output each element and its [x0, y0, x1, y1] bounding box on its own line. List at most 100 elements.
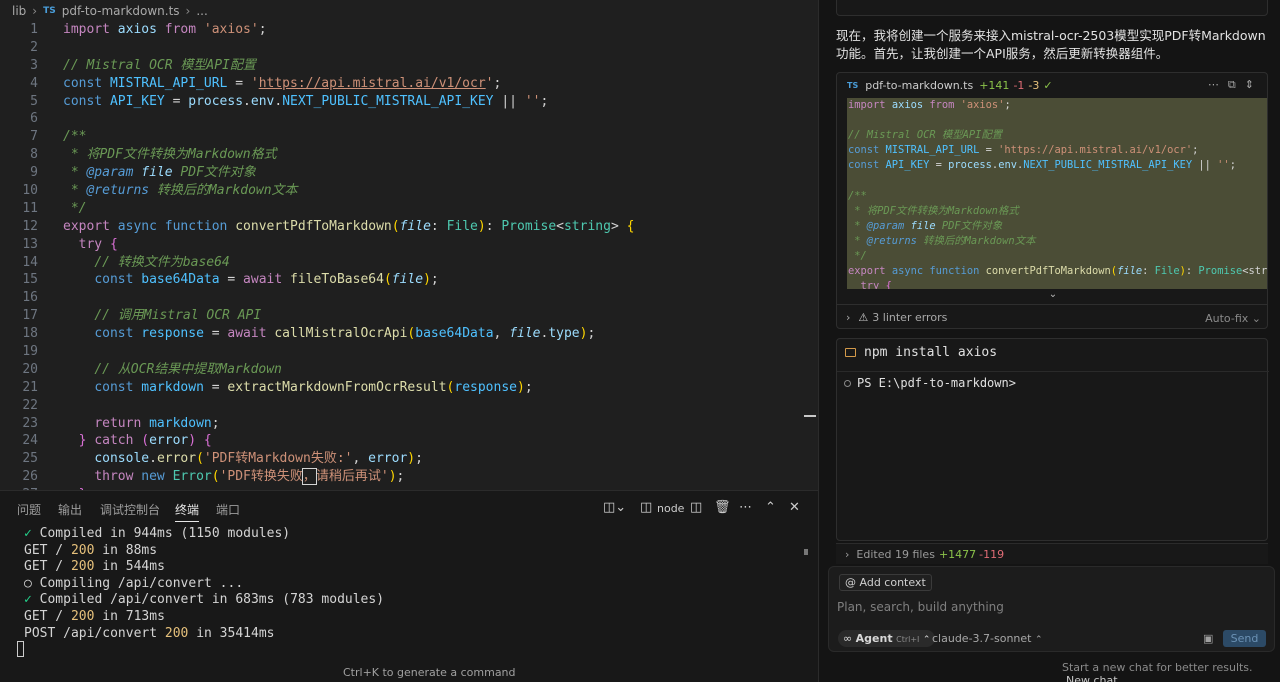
code-line[interactable]: 17 // 调用Mistral OCR API — [0, 307, 818, 325]
code-token: ) — [388, 469, 397, 485]
code-token: https://api.mistral.ai/v1/ocr — [258, 75, 486, 91]
chat-pane: 现在，我将创建一个服务来接入mistral-ocr-2503模型实现PDF转Ma… — [818, 0, 1280, 682]
chevron-down-icon[interactable]: ⌄ — [837, 289, 1267, 303]
breadcrumb-folder[interactable]: lib — [12, 4, 26, 18]
code-token: callMistralOcrApi — [274, 326, 408, 342]
previous-card — [836, 0, 1268, 16]
code-line[interactable]: 2 — [0, 39, 818, 57]
code-token: 'axios' — [960, 99, 1005, 111]
code-token: = — [227, 75, 251, 91]
lines-added: +1477 — [938, 547, 977, 561]
code-token: process — [188, 93, 244, 109]
code-line[interactable]: 11 */ — [0, 200, 818, 218]
code-line[interactable]: 4 const MISTRAL_API_URL = 'https://api.mi… — [0, 75, 818, 93]
code-line[interactable]: 10 * @returns 转换后的Markdown文本 — [0, 182, 818, 200]
scrollbar-marker[interactable] — [804, 415, 816, 417]
tab-terminal[interactable]: 终端 — [175, 501, 200, 522]
code-lines[interactable]: 1 import axios from 'axios'; 2 3// Mistral … — [0, 21, 818, 490]
line-number: 10 — [22, 183, 38, 199]
code-line[interactable]: 22 — [0, 397, 818, 415]
code-line[interactable]: 9 * @param file PDF文件对象 — [0, 164, 818, 182]
line-content: import axios from 'axios'; — [63, 21, 267, 39]
tab-output[interactable]: 输出 — [58, 501, 82, 518]
code-line[interactable]: 18 const response = await callMistralOcr… — [0, 325, 818, 343]
chevron-up-icon[interactable]: ⌃ — [765, 500, 776, 515]
code-diff-preview[interactable]: import axios from 'axios'; // Mistral OC… — [847, 98, 1267, 289]
code-line[interactable]: 6 — [0, 110, 818, 128]
terminal-split-icon[interactable]: ◫ — [640, 500, 652, 515]
code-token: axios — [117, 22, 157, 37]
tab-debug-console[interactable]: 调试控制台 — [100, 501, 160, 518]
image-icon[interactable]: ▣ — [1203, 632, 1213, 645]
tab-ports[interactable]: 端口 — [216, 501, 240, 518]
code-token: file — [1117, 265, 1143, 278]
new-chat-link[interactable]: New chat — [1066, 674, 1118, 682]
line-number: 15 — [22, 272, 38, 288]
more-icon[interactable]: ⋯ — [739, 500, 752, 515]
add-context-button[interactable]: @ Add context — [839, 574, 932, 591]
autofix-button[interactable]: Auto-fix ⌄ — [1205, 312, 1261, 325]
code-line[interactable]: 3 // Mistral OCR 模型API配置 — [0, 57, 818, 75]
code-line[interactable]: 12 export async function convertPdfToMark… — [0, 218, 818, 236]
code-line[interactable]: 19 — [0, 343, 818, 361]
code-token: try — [78, 236, 103, 252]
code-token: = — [203, 379, 228, 395]
code-line[interactable]: 21 const markdown = extractMarkdownFromO… — [0, 379, 818, 397]
code-line[interactable]: 20 // 从OCR结果中提取Markdown — [0, 361, 818, 379]
code-token: from — [164, 22, 197, 37]
terminal-profile[interactable]: node — [657, 502, 684, 515]
code-token: import — [848, 99, 886, 111]
code-line[interactable]: 25 console.error('PDF转Markdown失败:', erro… — [0, 450, 818, 468]
code-line[interactable]: 5 const API_KEY = process.env.NEXT_PUBLIC… — [0, 93, 818, 111]
send-button[interactable]: Send — [1223, 630, 1266, 647]
code-line[interactable]: 7 /** — [0, 128, 818, 146]
trash-icon[interactable]: 🗑 — [714, 500, 731, 515]
chevron-right-icon: › — [846, 311, 851, 324]
breadcrumb-trail[interactable]: ... — [196, 4, 207, 18]
layout-split-icon[interactable]: ◫⌄ — [603, 500, 626, 515]
model-selector[interactable]: claude-3.7-sonnet ⌃ — [932, 632, 1043, 645]
code-card-actions[interactable]: ⋯⧉⇕ — [1208, 78, 1263, 92]
edited-files-bar[interactable]: › Edited 19 files +1477 -119 — [836, 543, 1268, 564]
code-token: // 从OCR结果中提取Markdown — [94, 361, 282, 377]
code-line[interactable]: 23 return markdown; — [0, 415, 818, 433]
diff-line: * @returns 转换后的Markdown文本 — [847, 234, 1267, 249]
close-icon[interactable]: ✕ — [789, 500, 800, 515]
tab-problems[interactable]: 问题 — [17, 501, 41, 518]
terminal-scrollbar[interactable] — [804, 549, 808, 555]
code-line[interactable]: 26 throw new Error('PDF转换失败，请稍后再试'); — [0, 468, 818, 486]
chat-input[interactable]: Plan, search, build anything — [837, 600, 1004, 614]
code-line[interactable]: 15 const base64Data = await fileToBase64… — [0, 271, 818, 289]
code-token: Error — [172, 469, 212, 485]
code-line[interactable]: 14 // 转换文件为base64 — [0, 254, 818, 272]
code-line[interactable]: 1 import axios from 'axios'; — [0, 21, 818, 39]
line-content: * @returns 转换后的Markdown文本 — [63, 182, 298, 200]
terminal-card-header[interactable]: npm install axios — [845, 345, 997, 360]
line-number: 26 — [22, 469, 38, 485]
breadcrumb-file[interactable]: pdf-to-markdown.ts — [62, 4, 180, 18]
terminal-output[interactable]: ✓ Compiled in 944ms (1150 modules) GET / … — [24, 526, 804, 642]
code-line[interactable]: 8 * 将PDF文件转换为Markdown格式 — [0, 146, 818, 164]
code-editor[interactable]: lib › TS pdf-to-markdown.ts › ... 1 impor… — [0, 0, 818, 490]
terminal-line: ✓ Compiled in 944ms (1150 modules) — [24, 526, 804, 543]
terminal-line: ○ Compiling /api/convert ... — [24, 576, 804, 593]
code-line[interactable]: 16 — [0, 289, 818, 307]
edited-files-text: Edited 19 files — [856, 547, 935, 561]
code-line[interactable]: 24 } catch (error) { — [0, 432, 818, 450]
code-line[interactable]: 13 try { — [0, 236, 818, 254]
code-card-header[interactable]: TS pdf-to-markdown.ts +141 -1 -3 ✓ ⋯⧉⇕ — [837, 73, 1267, 98]
linter-errors-row[interactable]: › ⚠ 3 linter errors Auto-fix ⌄ — [837, 304, 1267, 328]
code-token: , — [352, 451, 369, 467]
code-card-filename[interactable]: pdf-to-markdown.ts — [865, 79, 973, 92]
code-token: ( — [211, 469, 220, 485]
code-token: // Mistral OCR 模型API配置 — [848, 129, 1003, 142]
code-token: , — [493, 326, 510, 342]
terminal-line: ✓ Compiled /api/convert in 683ms (783 mo… — [24, 592, 804, 609]
code-token: File — [1154, 265, 1180, 278]
split-terminal-icon[interactable]: ◫ — [690, 500, 702, 515]
code-token: env — [250, 93, 275, 109]
agent-mode-button[interactable]: ∞ Agent Ctrl+I ⌃ — [838, 630, 936, 647]
